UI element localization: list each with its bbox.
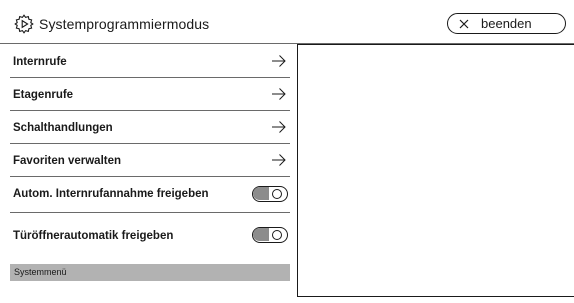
toggle-label: Autom. Internrufannahme freigeben xyxy=(13,188,209,200)
menu-item-etagenrufe[interactable]: Etagenrufe xyxy=(10,78,290,111)
toggle-label: Türöffnerautomatik freigeben xyxy=(13,230,174,242)
settings-menu: Internrufe Etagenrufe Schalthandlungen F… xyxy=(10,45,290,257)
arrow-right-icon xyxy=(272,88,286,100)
menu-item-internrufe[interactable]: Internrufe xyxy=(10,45,290,78)
page-title: Systemprogrammiermodus xyxy=(39,16,210,32)
internrufannahme-toggle[interactable] xyxy=(252,186,288,202)
toggle-knob xyxy=(272,189,282,199)
toggle-fill xyxy=(253,228,269,241)
content-panel xyxy=(297,44,574,297)
menu-item-label: Favoriten verwalten xyxy=(13,155,122,167)
system-menu-bar: Systemmenü xyxy=(10,264,290,281)
screen: Systemprogrammiermodus beenden Internruf… xyxy=(0,0,574,303)
gear-icon xyxy=(14,14,34,34)
toggle-row-tueroeffner: Türöffnerautomatik freigeben xyxy=(10,213,290,257)
menu-item-label: Etagenrufe xyxy=(13,89,74,101)
menu-item-label: Internrufe xyxy=(13,56,67,68)
toggle-knob xyxy=(272,230,282,240)
exit-button[interactable]: beenden xyxy=(447,13,566,34)
toggle-fill xyxy=(253,187,269,200)
toggle-row-internrufannahme: Autom. Internrufannahme freigeben xyxy=(10,177,290,213)
arrow-right-icon xyxy=(272,154,286,166)
menu-item-schalthandlungen[interactable]: Schalthandlungen xyxy=(10,111,290,144)
menu-item-favoriten[interactable]: Favoriten verwalten xyxy=(10,144,290,177)
system-menu-label: Systemmenü xyxy=(14,267,67,277)
exit-button-label: beenden xyxy=(481,16,532,31)
menu-item-label: Schalthandlungen xyxy=(13,122,113,134)
tueroeffnerautomatik-toggle[interactable] xyxy=(252,227,288,243)
arrow-right-icon xyxy=(272,55,286,67)
close-icon xyxy=(459,19,469,29)
arrow-right-icon xyxy=(272,121,286,133)
header: Systemprogrammiermodus beenden xyxy=(0,0,574,44)
